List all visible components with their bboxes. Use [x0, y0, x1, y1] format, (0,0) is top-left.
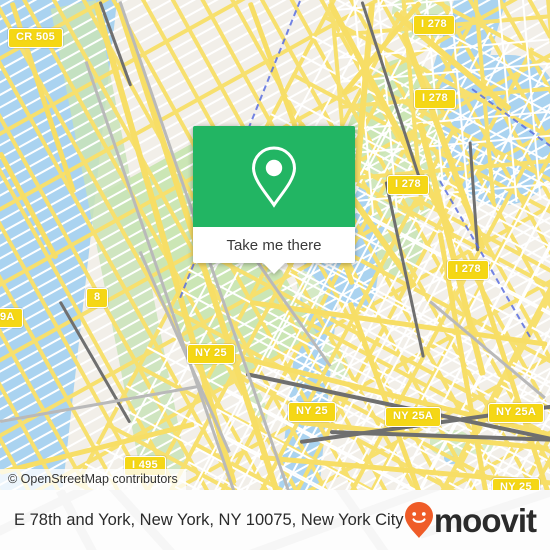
road-shield: NY 25	[288, 402, 336, 422]
road-shield: I 278	[413, 15, 455, 35]
address-label: E 78th and York, New York, NY 10075, New…	[14, 510, 404, 529]
moovit-wordmark: moovit	[433, 501, 537, 539]
road-shield: NY 25	[187, 344, 235, 364]
map-screenshot: CR 505 I 278 I 278 I 278 I 278 9A 8 NY 25 NY 25 N…	[0, 0, 550, 550]
popup-tail	[263, 263, 285, 274]
road-shield: 8	[86, 288, 109, 308]
destination-popup[interactable]: Take me there	[193, 126, 355, 274]
road-shield: I 278	[414, 89, 456, 109]
road-shield: CR 505	[8, 28, 64, 48]
road-shield: I 278	[447, 260, 489, 280]
moovit-smiley-pin-icon	[404, 501, 434, 539]
road-shield: NY 25A	[488, 403, 545, 423]
road-shield: NY 25	[492, 478, 540, 490]
footer-bar: E 78th and York, New York, NY 10075, New…	[0, 490, 550, 550]
road-shield: NY 25A	[385, 407, 442, 427]
road-shield: I 278	[387, 175, 429, 195]
popup-icon-panel	[193, 126, 355, 227]
map-pin-icon	[247, 144, 301, 210]
map-attribution[interactable]: © OpenStreetMap contributors	[0, 469, 186, 490]
take-me-there-button[interactable]: Take me there	[193, 227, 355, 274]
moovit-logo[interactable]: moovit	[404, 501, 537, 539]
take-me-there-label: Take me there	[226, 236, 322, 254]
road-shield: 9A	[0, 308, 23, 328]
